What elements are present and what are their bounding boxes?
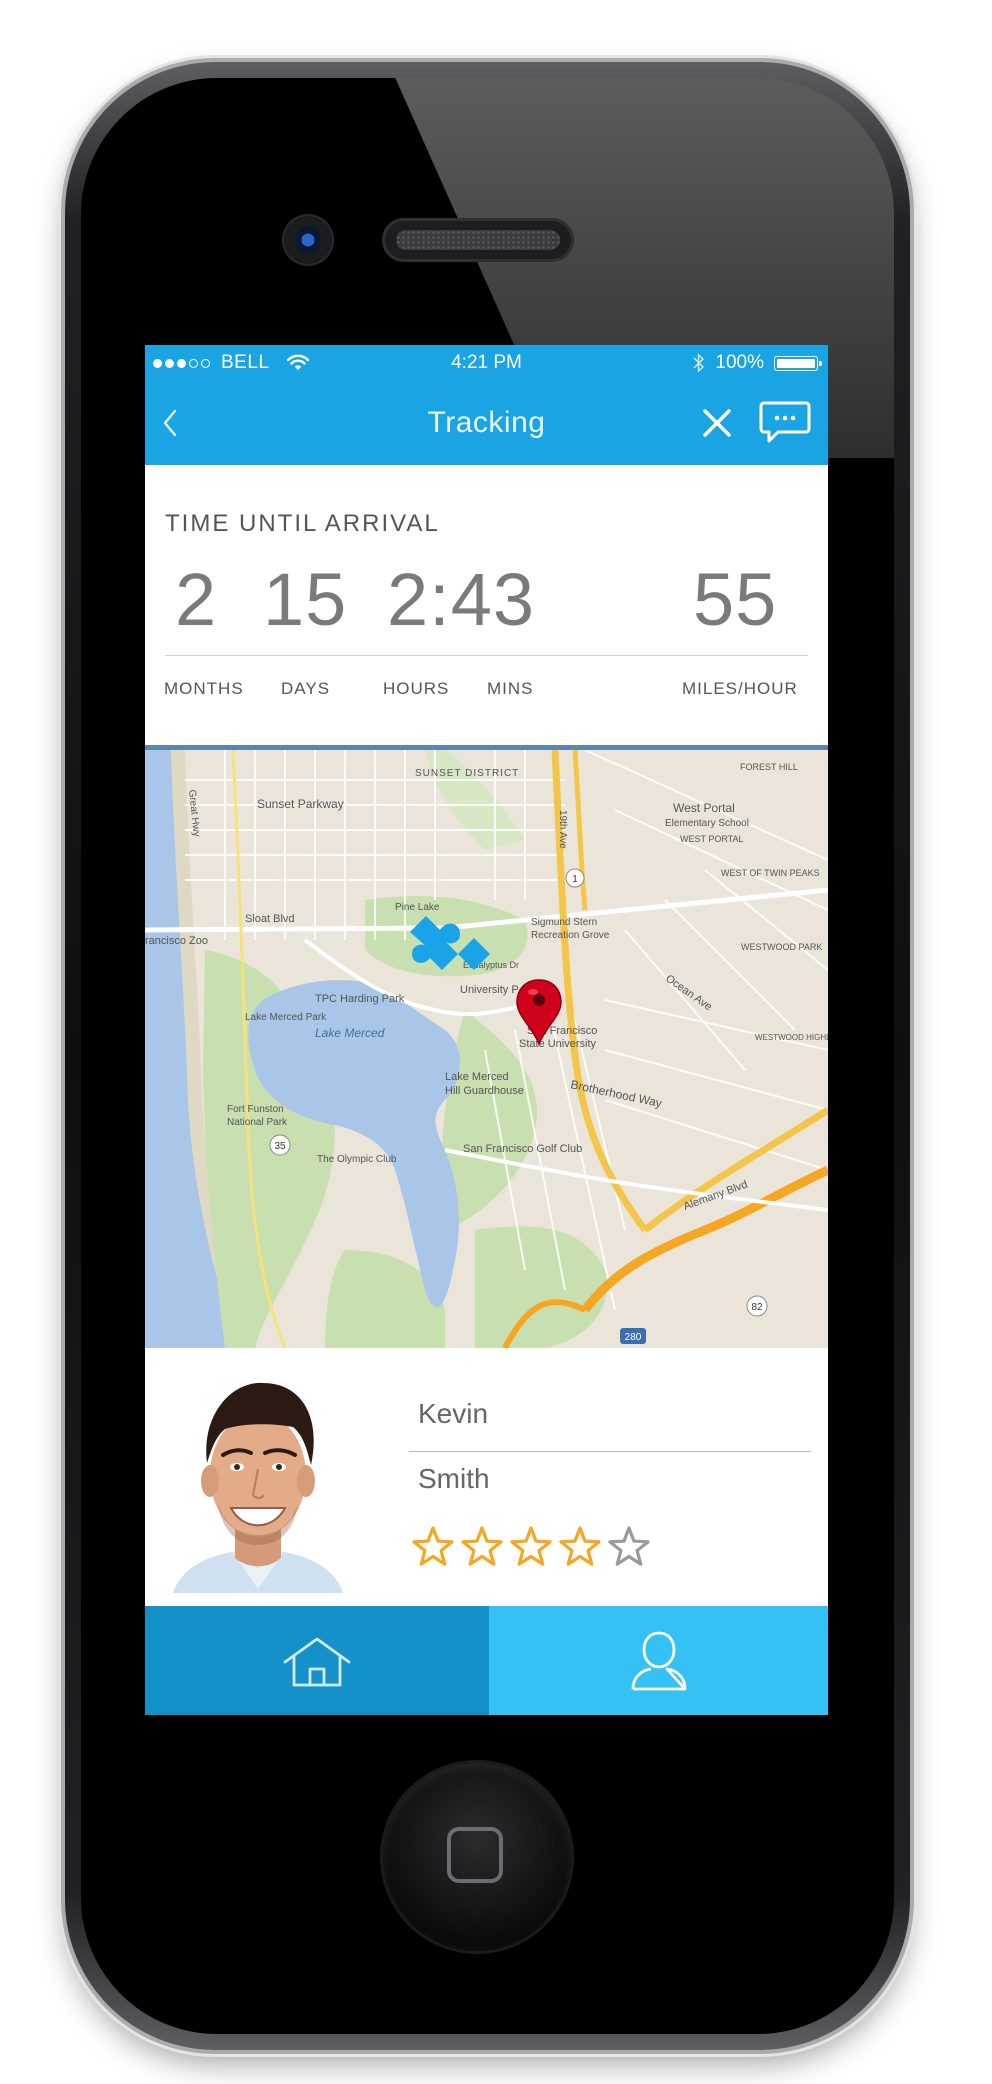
map-label: Elementary School	[665, 818, 749, 829]
tab-home[interactable]	[145, 1606, 489, 1715]
star-filled-icon[interactable]	[460, 1526, 504, 1568]
eta-speed-value: 55	[693, 558, 778, 641]
eta-speed-label: MILES/HOUR	[682, 679, 798, 698]
status-right: 100%	[693, 345, 822, 381]
eta-panel: TIME UNTIL ARRIVAL 2 15 2:43 55 MONTHS D…	[145, 465, 828, 750]
nav-bar: Tracking	[145, 381, 828, 465]
map-label: SUNSET DISTRICT	[415, 768, 519, 779]
map-view[interactable]: 1 35 280 82 SUNSET DISTRICT Sunset Parkw…	[145, 750, 828, 1348]
app-screen: BELL 4:21 PM 100% Tracking TIME UNTIL AR…	[145, 345, 828, 1715]
driver-avatar[interactable]	[163, 1363, 353, 1593]
star-empty-icon[interactable]	[607, 1526, 651, 1568]
eta-days-value: 15	[263, 558, 348, 641]
driver-card: Kevin Smith	[145, 1348, 828, 1606]
user-icon	[631, 1631, 687, 1691]
map-label: Recreation Grove	[531, 930, 610, 941]
highway-35-label: 35	[274, 1141, 286, 1152]
map-label: Fort Funston	[227, 1104, 284, 1115]
star-filled-icon[interactable]	[558, 1526, 602, 1568]
eta-mins-label: MINS	[487, 679, 534, 698]
highway-82-label: 82	[751, 1302, 763, 1313]
bluetooth-icon	[693, 353, 705, 373]
driver-last-name: Smith	[418, 1463, 490, 1494]
highway-shield-35: 35	[269, 1134, 291, 1156]
highway-shield-1: 1	[565, 868, 585, 888]
map-label: WEST PORTAL	[680, 834, 744, 844]
eta-divider	[165, 655, 808, 656]
map-label: Lake Merced	[445, 1071, 509, 1083]
eta-months-value: 2	[175, 558, 218, 641]
eta-heading: TIME UNTIL ARRIVAL	[165, 510, 440, 537]
tab-bar	[145, 1606, 828, 1715]
highway-shield-280: 280	[620, 1328, 646, 1344]
map-label: WESTWOOD PARK	[741, 942, 822, 952]
map-label: The Olympic Club	[317, 1154, 397, 1165]
home-hardware-button[interactable]	[383, 1763, 571, 1951]
rating-stars[interactable]	[411, 1526, 651, 1568]
map-label: rancisco Zoo	[145, 935, 208, 947]
eta-months-label: MONTHS	[164, 679, 244, 698]
eta-time-value: 2:43	[387, 558, 536, 641]
map-label: Hill Guardhouse	[445, 1085, 524, 1097]
map-label: Sigmund Stern	[531, 917, 597, 928]
map-label: WEST OF TWIN PEAKS	[721, 868, 820, 878]
map-label: FOREST HILL	[740, 762, 798, 772]
home-icon	[283, 1637, 351, 1687]
highway-1-label: 1	[572, 874, 578, 885]
chat-bubble-icon[interactable]	[759, 399, 811, 445]
highway-280-label: 280	[625, 1332, 642, 1343]
driver-name-divider	[409, 1451, 811, 1452]
map-label: San Francisco Golf Club	[463, 1143, 582, 1155]
battery-icon	[774, 355, 822, 371]
map-label: Sloat Blvd	[245, 913, 295, 925]
status-bar: BELL 4:21 PM 100%	[145, 345, 828, 381]
earpiece-speaker	[382, 218, 574, 262]
map-label: University P	[460, 984, 519, 996]
map-label: 19th Ave	[557, 810, 568, 849]
star-filled-icon[interactable]	[411, 1526, 455, 1568]
map-label: Pine Lake	[395, 902, 440, 913]
map-label: Sunset Parkway	[257, 797, 344, 811]
map-canvas[interactable]: 1 35 280 82 SUNSET DISTRICT Sunset Parkw…	[145, 750, 828, 1348]
highway-shield-82: 82	[746, 1295, 768, 1317]
map-label: State University	[519, 1038, 597, 1050]
star-filled-icon[interactable]	[509, 1526, 553, 1568]
eta-days-label: DAYS	[281, 679, 331, 698]
battery-percent: 100%	[715, 352, 764, 373]
driver-first-name: Kevin	[418, 1398, 489, 1429]
map-label: WESTWOOD HIGHLANDS	[755, 1033, 828, 1042]
eta-hours-label: HOURS	[383, 679, 450, 698]
map-label: TPC Harding Park	[315, 993, 405, 1005]
tab-profile[interactable]	[489, 1606, 828, 1715]
map-label: Lake Merced	[315, 1026, 385, 1040]
map-label: National Park	[227, 1117, 288, 1128]
front-camera	[284, 216, 332, 264]
close-icon[interactable]	[697, 403, 737, 443]
map-label: West Portal	[673, 801, 735, 815]
map-label: Lake Merced Park	[245, 1012, 327, 1023]
